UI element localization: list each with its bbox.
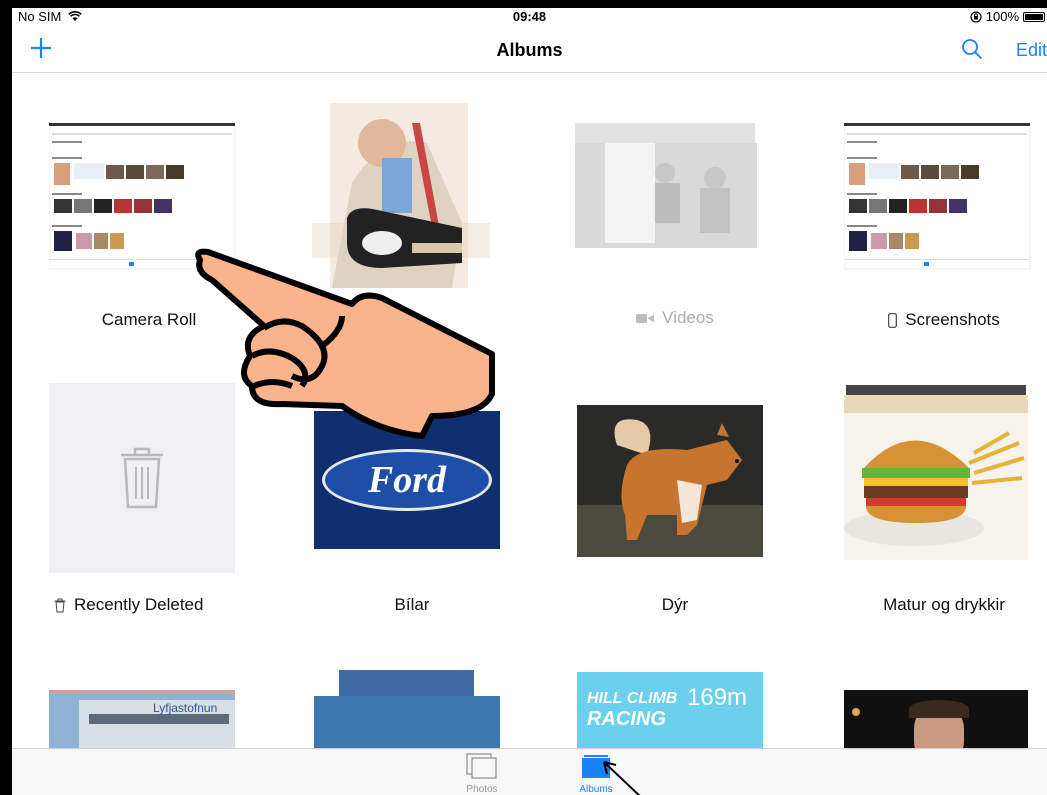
album-name: Matur og drykkir <box>883 595 1005 614</box>
battery-percent: 100% <box>985 9 1019 24</box>
screenshots-thumbnail <box>844 123 1031 270</box>
album-label: Screenshots <box>824 310 1047 330</box>
album-name: Camera Roll <box>101 310 197 329</box>
tab-bar: Photos Albums <box>12 748 1047 795</box>
battery-status: 100% <box>970 9 1045 24</box>
screen: No SIM 09:48 100% Albums Edit Camera Rol… <box>12 8 1047 795</box>
orientation-lock-icon <box>970 10 982 23</box>
hill-climb-thumbnail: HILL CLIMB RACING 169m <box>577 672 763 750</box>
dyr-thumbnail <box>577 405 763 557</box>
album-label: Dýr <box>555 595 795 615</box>
album-name: Bílar <box>394 595 430 614</box>
video-camera-icon <box>636 313 655 323</box>
game-title-line1: HILL CLIMB <box>587 690 678 707</box>
album-label: Videos <box>555 308 795 328</box>
ford-logo-text: Ford <box>367 459 447 501</box>
sky-thumbnail <box>314 670 500 750</box>
pointing-hand-icon <box>195 248 495 439</box>
building-thumbnail: Lyfjastofnun <box>49 690 235 750</box>
search-button[interactable] <box>961 38 985 62</box>
building-sign: Lyfjastofnun <box>153 701 218 715</box>
game-title-line2: RACING <box>587 708 666 730</box>
game-distance: 169m <box>687 684 748 711</box>
concert-thumbnail <box>844 690 1028 750</box>
trash-icon <box>121 447 163 509</box>
status-bar: No SIM 09:48 100% <box>12 8 1047 26</box>
photos-tab-icon <box>466 753 497 779</box>
navigation-bar: Albums Edit <box>12 26 1047 73</box>
search-icon <box>962 39 982 59</box>
album-name: Screenshots <box>905 310 1000 329</box>
album-name: Recently Deleted <box>74 595 204 614</box>
album-name: Dýr <box>661 595 689 614</box>
videos-thumbnail <box>575 123 757 248</box>
matur-thumbnail <box>844 385 1028 560</box>
ford-logo: Ford <box>322 449 492 511</box>
album-name: Videos <box>662 308 714 327</box>
screenshot-phone-icon <box>888 312 898 328</box>
album-label: Bílar <box>292 595 532 615</box>
tab-label: Photos <box>466 784 498 795</box>
album-label: Matur og drykkir <box>824 595 1047 615</box>
page-title: Albums <box>496 40 563 60</box>
small-trash-icon <box>54 598 66 612</box>
album-label: Recently Deleted <box>54 595 294 615</box>
annotation-arrow <box>603 761 641 795</box>
battery-icon <box>1023 11 1045 22</box>
clock: 09:48 <box>512 9 547 24</box>
tab-photos[interactable]: Photos <box>452 753 512 795</box>
edit-button[interactable]: Edit <box>1016 40 1047 61</box>
